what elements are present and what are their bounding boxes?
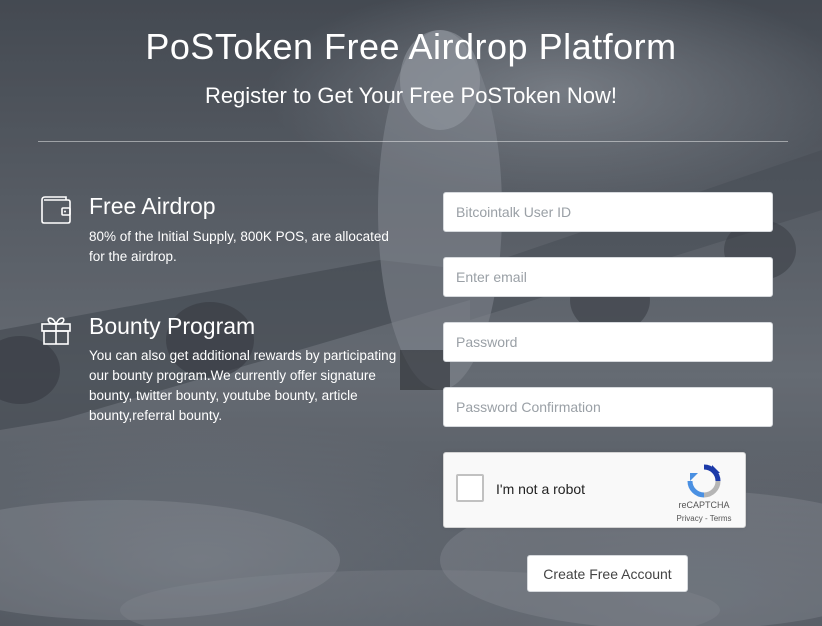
page-subtitle: Register to Get Your Free PoSToken Now! — [204, 83, 618, 108]
recaptcha-links: Privacy - Terms — [670, 514, 738, 523]
email-input[interactable] — [443, 257, 773, 297]
header-divider — [38, 141, 788, 142]
feature-description: 80% of the Initial Supply, 800K POS, are… — [89, 229, 389, 264]
recaptcha-terms-link[interactable]: Terms — [710, 514, 732, 523]
recaptcha-checkbox[interactable] — [456, 474, 484, 502]
feature-description: You can also get additional rewards by p… — [89, 348, 397, 423]
recaptcha-privacy-link[interactable]: Privacy — [677, 514, 703, 523]
feature-heading: Bounty Program — [89, 313, 256, 339]
password-confirmation-input[interactable] — [443, 387, 773, 427]
gift-icon — [40, 313, 72, 345]
recaptcha-logo-icon — [686, 463, 722, 499]
recaptcha-label: I'm not a robot — [496, 481, 586, 497]
recaptcha-brand: reCAPTCHA — [678, 500, 730, 510]
password-input[interactable] — [443, 322, 773, 362]
feature-heading: Free Airdrop — [89, 193, 216, 219]
recaptcha-link-separator: - — [702, 514, 710, 523]
wallet-icon — [40, 193, 72, 225]
recaptcha-widget: I'm not a robot reCAPTCHA Privacy - Term… — [443, 452, 746, 528]
create-free-account-button[interactable]: Create Free Account — [527, 555, 688, 592]
bitcointalk-user-id-input[interactable] — [443, 192, 773, 232]
page-title: PoSToken Free Airdrop Platform — [145, 26, 677, 67]
